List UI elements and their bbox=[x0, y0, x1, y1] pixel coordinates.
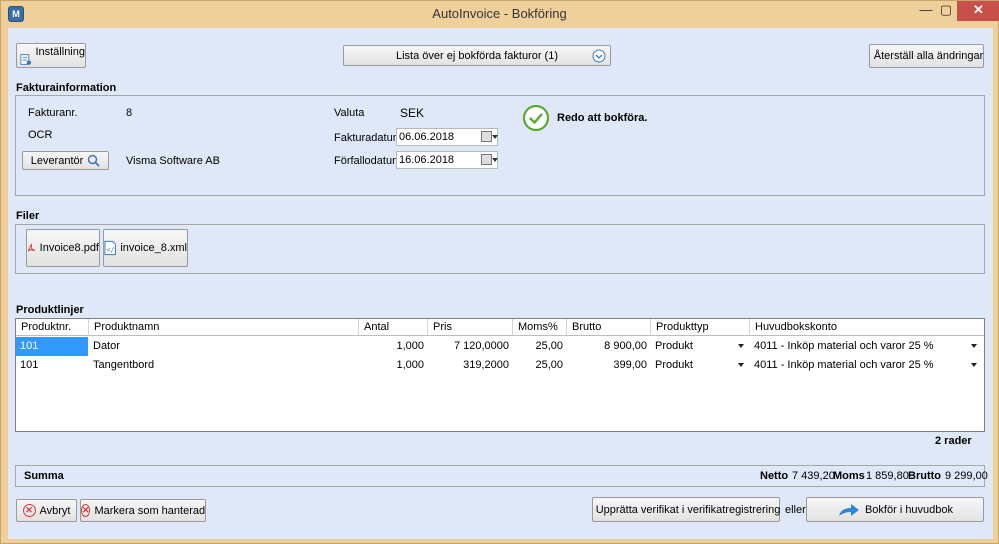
column-header[interactable]: Brutto bbox=[567, 319, 651, 336]
supplier-button-label: Leverantör bbox=[30, 154, 84, 167]
summary-label: Summa bbox=[24, 470, 64, 482]
close-icon: ✕ bbox=[80, 504, 91, 517]
vat-value: 1 859,80 bbox=[866, 470, 909, 482]
invoice-no-value: 8 bbox=[126, 107, 133, 119]
settings-button[interactable]: Inställning bbox=[16, 43, 86, 68]
currency-label: Valuta bbox=[334, 107, 365, 119]
cell-product-type[interactable]: Produkt bbox=[651, 356, 741, 375]
cancel-button[interactable]: ✕ Avbryt bbox=[16, 499, 77, 522]
gross-value: 9 299,00 bbox=[945, 470, 988, 482]
close-icon: ✕ bbox=[22, 504, 36, 517]
invoice-list-dropdown[interactable]: Lista över ej bokförda fakturor (1) bbox=[343, 45, 611, 66]
currency-value: SEK bbox=[400, 106, 425, 120]
product-lines-table: Produktnr. Produktnamn Antal Pris Moms% … bbox=[15, 318, 985, 432]
cell-price[interactable]: 319,2000 bbox=[428, 356, 513, 375]
file-name: invoice_8.xml bbox=[120, 242, 187, 254]
create-voucher-button[interactable]: Upprätta verifikat i verifikatregistreri… bbox=[592, 497, 780, 522]
title-bar: M AutoInvoice - Bokföring — ▢ ✕ bbox=[1, 1, 999, 27]
net-label: Netto bbox=[760, 470, 789, 482]
cell-vat[interactable]: 25,00 bbox=[513, 356, 567, 375]
pdf-icon bbox=[27, 243, 36, 252]
reset-changes-button[interactable]: Återställ alla ändringar bbox=[869, 44, 984, 68]
maximize-button[interactable]: ▢ bbox=[933, 1, 959, 21]
invoice-info-panel: Fakturanr. 8 OCR Leverantör Visma Softwa… bbox=[15, 95, 985, 196]
client-area: Inställning Lista över ej bokförda faktu… bbox=[8, 28, 993, 539]
cell-account[interactable]: 4011 - Inköp material och varor 25 % bbox=[750, 356, 968, 375]
file-invoice8-pdf[interactable]: Invoice8.pdf bbox=[26, 229, 100, 267]
chevron-down-icon bbox=[592, 49, 606, 63]
row-count: 2 rader bbox=[935, 435, 972, 447]
chevron-down-icon[interactable] bbox=[738, 344, 744, 348]
cell-quantity[interactable]: 1,000 bbox=[359, 356, 428, 375]
mark-handled-button[interactable]: ✕ Markera som hanterad bbox=[80, 499, 206, 522]
supplier-name: Visma Software AB bbox=[126, 155, 220, 167]
cell-vat[interactable]: 25,00 bbox=[513, 337, 567, 356]
xml-icon: </> bbox=[104, 240, 116, 256]
ocr-label: OCR bbox=[28, 129, 53, 141]
invoice-info-title: Fakturainformation bbox=[16, 82, 117, 94]
file-name: Invoice8.pdf bbox=[39, 242, 99, 254]
close-button[interactable]: ✕ bbox=[957, 1, 999, 21]
cell-product-type[interactable]: Produkt bbox=[651, 337, 741, 356]
calendar-icon[interactable] bbox=[481, 131, 498, 142]
summary-bar: Summa Netto 7 439,20 Moms 1 859,80 Brutt… bbox=[15, 465, 988, 487]
cell-account[interactable]: 4011 - Inköp material och varor 25 % bbox=[750, 337, 968, 356]
product-lines-title: Produktlinjer bbox=[16, 304, 84, 316]
or-label: eller bbox=[785, 504, 806, 516]
reset-changes-label: Återställ alla ändringar bbox=[873, 50, 984, 62]
column-header[interactable]: Antal bbox=[359, 319, 428, 336]
supplier-button[interactable]: Leverantör bbox=[22, 151, 109, 170]
due-date-field[interactable]: 16.06.2018 bbox=[396, 151, 498, 169]
status-text: Redo att bokföra. bbox=[557, 112, 648, 124]
invoice-date-value: 06.06.2018 bbox=[399, 131, 455, 143]
due-date-value: 16.06.2018 bbox=[399, 154, 455, 166]
file-invoice8-xml[interactable]: </> invoice_8.xml bbox=[103, 229, 188, 267]
svg-text:</>: </> bbox=[106, 246, 116, 254]
cell-product-name[interactable]: Tangentbord bbox=[89, 356, 359, 375]
chevron-down-icon[interactable] bbox=[971, 363, 977, 367]
post-ledger-label: Bokför i huvudbok bbox=[864, 503, 954, 516]
vat-label: Moms bbox=[833, 470, 865, 482]
forward-arrow-icon bbox=[838, 503, 859, 516]
window-title: AutoInvoice - Bokföring bbox=[432, 6, 567, 21]
net-value: 7 439,20 bbox=[792, 470, 835, 482]
column-header[interactable]: Pris bbox=[428, 319, 513, 336]
due-date-label: Förfallodatum bbox=[334, 155, 402, 167]
invoice-date-field[interactable]: 06.06.2018 bbox=[396, 128, 498, 146]
invoice-date-label: Fakturadatum bbox=[334, 132, 402, 144]
settings-button-label: Inställning bbox=[35, 45, 85, 58]
column-header[interactable]: Produktnamn bbox=[89, 319, 359, 336]
gross-label: Brutto bbox=[908, 470, 941, 482]
chevron-down-icon[interactable] bbox=[971, 344, 977, 348]
app-window: M AutoInvoice - Bokföring — ▢ ✕ Inställn… bbox=[0, 0, 999, 544]
column-header[interactable]: Produkttyp bbox=[651, 319, 750, 336]
column-header[interactable]: Huvudbokskonto bbox=[750, 319, 984, 336]
column-header[interactable]: Moms% bbox=[513, 319, 567, 336]
search-icon bbox=[88, 154, 100, 167]
cell-product-no[interactable]: 101 bbox=[16, 356, 88, 375]
chevron-down-icon[interactable] bbox=[738, 363, 744, 367]
cell-product-no[interactable]: 101 bbox=[16, 337, 88, 356]
invoice-list-label: Lista över ej bokförda fakturor (1) bbox=[395, 49, 559, 62]
files-panel: Invoice8.pdf </> invoice_8.xml bbox=[15, 224, 985, 274]
cell-quantity[interactable]: 1,000 bbox=[359, 337, 428, 356]
cell-price[interactable]: 7 120,0000 bbox=[428, 337, 513, 356]
column-header[interactable]: Produktnr. bbox=[16, 319, 89, 336]
invoice-no-label: Fakturanr. bbox=[28, 107, 78, 119]
cell-gross[interactable]: 8 900,00 bbox=[567, 337, 651, 356]
check-circle-icon bbox=[522, 104, 550, 132]
files-title: Filer bbox=[16, 210, 40, 222]
create-voucher-label: Upprätta verifikat i verifikatregistreri… bbox=[595, 503, 781, 516]
calendar-icon[interactable] bbox=[481, 154, 498, 165]
cell-gross[interactable]: 399,00 bbox=[567, 356, 651, 375]
cancel-button-label: Avbryt bbox=[39, 504, 71, 517]
mark-handled-label: Markera som hanterad bbox=[94, 504, 206, 517]
cell-product-name[interactable]: Dator bbox=[89, 337, 359, 356]
post-ledger-button[interactable]: Bokför i huvudbok bbox=[806, 497, 984, 522]
settings-icon bbox=[20, 54, 32, 65]
